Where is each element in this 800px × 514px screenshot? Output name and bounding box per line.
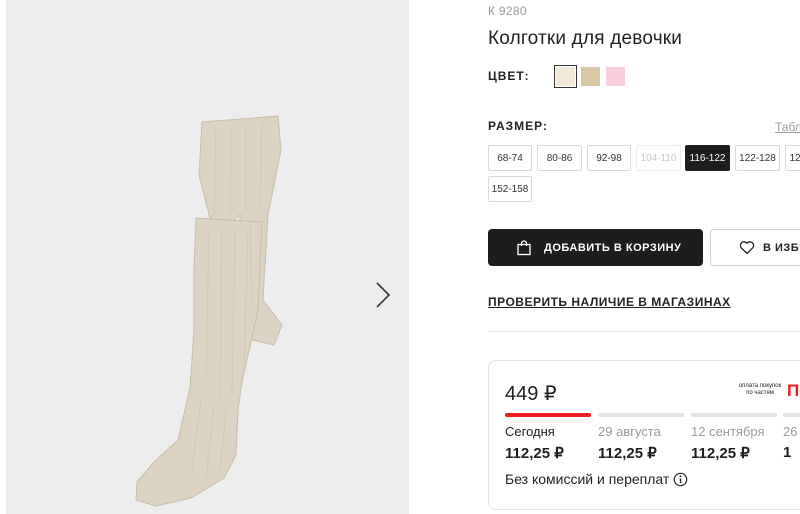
- installment-3: 12 сентября 112,25 ₽: [691, 413, 777, 462]
- size-option-selected[interactable]: 116-122: [685, 145, 730, 171]
- product-title: Колготки для девочки: [488, 28, 683, 49]
- add-to-cart-label: ДОБАВИТЬ В КОРЗИНУ: [544, 241, 682, 254]
- shopping-bag-icon: [517, 239, 531, 255]
- installment-today: Сегодня 112,25 ₽: [505, 413, 591, 462]
- size-option[interactable]: 12: [785, 145, 800, 171]
- product-sku: К 9280: [488, 4, 527, 18]
- check-stores-link[interactable]: ПРОВЕРИТЬ НАЛИЧИЕ В МАГАЗИНАХ: [488, 295, 731, 309]
- product-price: 449 ₽: [505, 383, 557, 405]
- installment-date: 12 сентября: [691, 424, 765, 439]
- installment-bar: [691, 413, 777, 417]
- installment-bar: [505, 413, 591, 417]
- installment-date: Сегодня: [505, 424, 555, 439]
- size-table-link[interactable]: Табл: [775, 120, 800, 134]
- installment-amount: 112,25 ₽: [691, 445, 750, 462]
- add-to-cart-button[interactable]: ДОБАВИТЬ В КОРЗИНУ: [488, 229, 703, 266]
- installment-service-logo: П: [787, 381, 800, 400]
- size-option[interactable]: 92-98: [587, 145, 631, 171]
- color-swatch-pink[interactable]: [606, 67, 625, 86]
- size-option[interactable]: 152-158: [488, 176, 532, 202]
- add-to-favorites-label: В ИЗБР: [763, 241, 800, 254]
- product-gallery: [6, 0, 409, 514]
- size-option[interactable]: 104-110: [636, 145, 681, 171]
- add-to-favorites-button[interactable]: В ИЗБР: [710, 229, 800, 266]
- installment-note: оплата покупок по частям: [738, 383, 782, 396]
- color-swatches: [554, 65, 625, 88]
- size-label: РАЗМЕР:: [488, 119, 548, 133]
- installment-date: 26: [783, 424, 798, 439]
- size-option[interactable]: 122-128: [735, 145, 780, 171]
- installment-payment-card: 449 ₽ оплата покупок по частям П Сегодня…: [488, 360, 800, 510]
- installment-bar: [598, 413, 684, 417]
- info-icon[interactable]: [673, 472, 688, 487]
- size-option[interactable]: 68-74: [488, 145, 532, 171]
- product-info: К 9280 Колготки для девочки ЦВЕТ: РАЗМЕР…: [488, 0, 800, 514]
- product-image: [135, 115, 283, 507]
- installment-amount: 112,25 ₽: [598, 445, 657, 462]
- no-fees-text: Без комиссий и переплат: [505, 471, 670, 487]
- size-option[interactable]: 80-86: [537, 145, 582, 171]
- color-swatch-beige[interactable]: [581, 67, 600, 86]
- installment-amount: 112,25 ₽: [505, 445, 564, 462]
- installment-date: 29 августа: [598, 424, 661, 439]
- installment-amount: 1: [783, 444, 792, 461]
- color-label: ЦВЕТ:: [488, 69, 530, 83]
- no-fees-note: Без комиссий и переплат: [505, 471, 688, 487]
- installment-bar: [783, 413, 800, 417]
- divider: [488, 331, 800, 332]
- installment-4: 26 1: [783, 413, 800, 461]
- heart-icon: [739, 241, 755, 255]
- color-swatch-cream[interactable]: [554, 65, 577, 88]
- installment-2: 29 августа 112,25 ₽: [598, 413, 684, 462]
- chevron-right-icon[interactable]: [368, 280, 398, 310]
